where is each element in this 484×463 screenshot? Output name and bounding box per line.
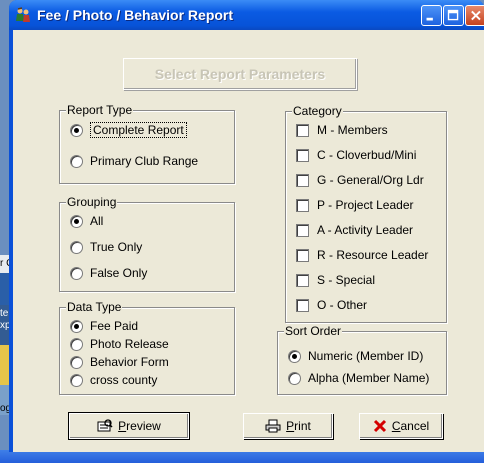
radio-fee-paid[interactable]: Fee Paid xyxy=(70,318,138,334)
radio-button[interactable] xyxy=(70,123,83,137)
desktop-text: te xyxy=(0,308,9,319)
radio-button[interactable] xyxy=(70,266,83,280)
select-parameters-banner: Select Report Parameters xyxy=(123,58,357,90)
checkbox-label: P - Project Leader xyxy=(317,198,414,212)
checkbox[interactable] xyxy=(296,298,309,312)
option-label: Complete Report xyxy=(90,122,187,138)
radio-button[interactable] xyxy=(70,154,83,168)
printer-icon xyxy=(265,419,281,433)
option-label: cross county xyxy=(90,373,158,387)
dialog-body: Select Report Parameters Report Type Com… xyxy=(13,30,484,452)
preview-label: Preview xyxy=(118,419,161,433)
radio-cross-county[interactable]: cross county xyxy=(70,372,157,388)
report-type-label: Report Type xyxy=(66,103,134,117)
radio-button[interactable] xyxy=(70,214,83,228)
checkbox-label: A - Activity Leader xyxy=(317,223,414,237)
checkbox[interactable] xyxy=(296,273,309,287)
checkbox-label: R - Resource Leader xyxy=(317,248,429,262)
checkbox[interactable] xyxy=(296,248,309,262)
report-type-group: Report Type Complete Report Primary Club… xyxy=(59,103,235,184)
category-label: Category xyxy=(292,104,343,118)
checkbox[interactable] xyxy=(296,173,309,187)
checkbox-project-leader[interactable]: P - Project Leader xyxy=(296,197,414,213)
radio-button[interactable] xyxy=(70,319,83,333)
checkbox-activity-leader[interactable]: A - Activity Leader xyxy=(296,222,413,238)
option-label: Alpha (Member Name) xyxy=(308,371,430,385)
checkbox[interactable] xyxy=(296,223,309,237)
maximize-icon xyxy=(447,9,459,21)
radio-button[interactable] xyxy=(70,373,83,387)
grouping-label: Grouping xyxy=(66,195,118,209)
radio-behavior-form[interactable]: Behavior Form xyxy=(70,354,169,370)
checkbox[interactable] xyxy=(296,123,309,137)
option-label: False Only xyxy=(90,266,148,280)
option-label: Photo Release xyxy=(90,337,169,351)
checkbox-label: O - Other xyxy=(317,298,368,312)
radio-button[interactable] xyxy=(288,349,301,363)
checkbox[interactable] xyxy=(296,148,309,162)
window-title: Fee / Photo / Behavior Report xyxy=(37,7,234,23)
minimize-icon xyxy=(426,17,433,21)
checkbox-other[interactable]: O - Other xyxy=(296,297,367,313)
checkbox-cloverbud[interactable]: C - Cloverbud/Mini xyxy=(296,147,416,163)
checkbox-special[interactable]: S - Special xyxy=(296,272,375,288)
radio-photo-release[interactable]: Photo Release xyxy=(70,336,169,352)
option-label: Primary Club Range xyxy=(90,154,199,168)
report-window: Fee / Photo / Behavior Report Select Rep… xyxy=(9,0,484,452)
radio-false-only[interactable]: False Only xyxy=(70,265,147,281)
option-label: Behavior Form xyxy=(90,355,169,369)
preview-icon xyxy=(97,419,113,433)
maximize-button[interactable] xyxy=(443,5,464,26)
cancel-button[interactable]: Cancel xyxy=(359,413,443,439)
radio-button[interactable] xyxy=(70,337,83,351)
checkbox[interactable] xyxy=(296,198,309,212)
checkbox-label: G - General/Org Ldr xyxy=(317,173,424,187)
cancel-x-icon xyxy=(373,419,387,433)
data-type-group: Data Type Fee Paid Photo Release Behavio… xyxy=(59,300,235,395)
checkbox-general-org-ldr[interactable]: G - General/Org Ldr xyxy=(296,172,424,188)
radio-complete-report[interactable]: Complete Report xyxy=(70,122,187,138)
radio-true-only[interactable]: True Only xyxy=(70,239,142,255)
cancel-label: Cancel xyxy=(391,419,430,433)
grouping-group: Grouping All True Only False Only xyxy=(59,195,235,292)
option-label: Numeric (Member ID) xyxy=(308,349,424,363)
close-button[interactable] xyxy=(465,5,484,26)
sort-order-label: Sort Order xyxy=(284,324,343,338)
sort-order-group: Sort Order Numeric (Member ID) Alpha (Me… xyxy=(277,324,447,395)
category-group: Category M - Members C - Cloverbud/Mini … xyxy=(285,104,447,323)
option-label: True Only xyxy=(90,240,143,254)
radio-button[interactable] xyxy=(288,371,301,385)
print-label: Print xyxy=(286,419,311,433)
minimize-button[interactable] xyxy=(421,5,442,26)
radio-primary-club-range[interactable]: Primary Club Range xyxy=(70,153,198,169)
print-button[interactable]: Print xyxy=(243,413,333,439)
option-label: All xyxy=(90,214,104,228)
title-bar[interactable]: Fee / Photo / Behavior Report xyxy=(9,0,484,30)
preview-button[interactable]: Preview xyxy=(68,412,190,440)
checkbox-resource-leader[interactable]: R - Resource Leader xyxy=(296,247,428,263)
data-type-label: Data Type xyxy=(66,300,123,314)
radio-alpha-member-name[interactable]: Alpha (Member Name) xyxy=(288,370,429,386)
checkbox-label: M - Members xyxy=(317,123,388,137)
checkbox-label: C - Cloverbud/Mini xyxy=(317,148,417,162)
close-icon xyxy=(471,10,481,21)
option-label: Fee Paid xyxy=(90,319,139,333)
radio-numeric-member-id[interactable]: Numeric (Member ID) xyxy=(288,348,423,364)
checkbox-label: S - Special xyxy=(317,273,376,287)
radio-button[interactable] xyxy=(70,355,83,369)
radio-button[interactable] xyxy=(70,240,83,254)
checkbox-members[interactable]: M - Members xyxy=(296,122,388,138)
radio-all[interactable]: All xyxy=(70,213,103,229)
app-people-icon xyxy=(15,7,31,23)
